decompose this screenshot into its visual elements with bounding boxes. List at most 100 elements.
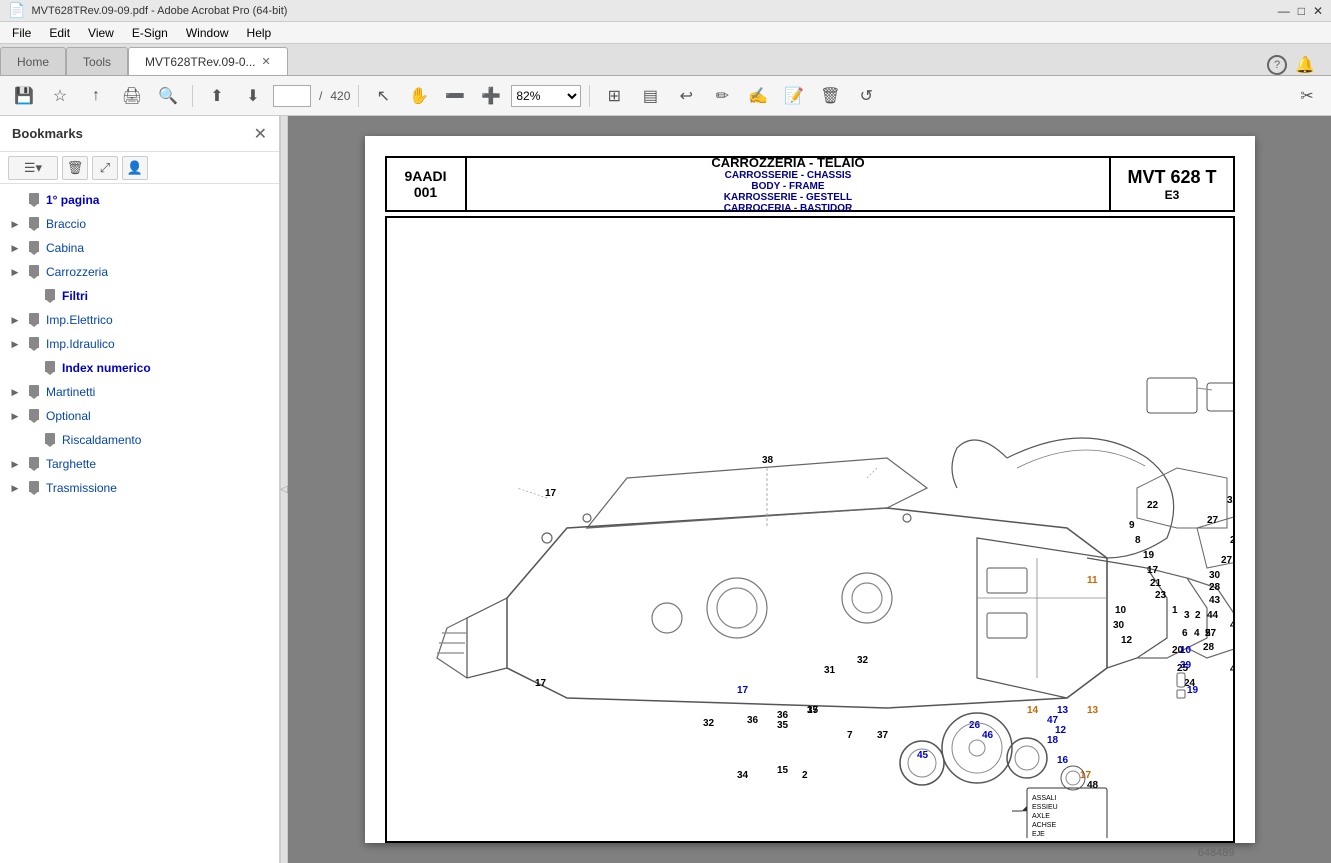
- bookmark-options-button[interactable]: 👤: [122, 156, 148, 180]
- menu-file[interactable]: File: [4, 24, 39, 42]
- minimize-button[interactable]: —: [1278, 4, 1290, 18]
- bookmark-item-riscaldamento[interactable]: Riscaldamento: [16, 428, 279, 452]
- share-button[interactable]: ↑: [80, 81, 112, 111]
- tool6-button[interactable]: 📝: [778, 81, 810, 111]
- bookmark-item-optional[interactable]: ▶ Optional: [0, 404, 279, 428]
- tab-bar: Home Tools MVT628TRev.09-0... ✕ ? 🔔: [0, 44, 1331, 76]
- sidebar-resize-handle[interactable]: ◁: [280, 116, 288, 863]
- tool2-button[interactable]: ▤: [634, 81, 666, 111]
- svg-text:17: 17: [737, 685, 749, 696]
- page-total: 420: [330, 89, 350, 103]
- menu-window[interactable]: Window: [178, 24, 237, 42]
- bookmark-item-index-numerico[interactable]: Index numerico: [16, 356, 279, 380]
- bookmark-button[interactable]: ☆: [44, 81, 76, 111]
- sidebar-close-button[interactable]: ✕: [254, 124, 267, 144]
- bookmark-item-filtri[interactable]: Filtri: [16, 284, 279, 308]
- bookmark-item-cabina[interactable]: ▶ Cabina: [0, 236, 279, 260]
- expand-imp-elettrico[interactable]: ▶: [8, 313, 22, 327]
- tool9-button[interactable]: ✂: [1291, 81, 1323, 111]
- expand-carrozzeria[interactable]: ▶: [8, 265, 22, 279]
- svg-text:2: 2: [1195, 610, 1201, 621]
- svg-text:ACHSE: ACHSE: [1032, 822, 1056, 829]
- menu-edit[interactable]: Edit: [41, 24, 78, 42]
- svg-text:47: 47: [1047, 715, 1059, 726]
- next-page-button[interactable]: ⬇: [237, 81, 269, 111]
- app-icon: 📄: [8, 2, 25, 19]
- model-sub: E3: [1165, 188, 1180, 202]
- tool3-button[interactable]: ↩: [670, 81, 702, 111]
- bookmark-item-martinetti[interactable]: ▶ Martinetti: [0, 380, 279, 404]
- tool1-button[interactable]: ⊞: [598, 81, 630, 111]
- expand-filtri: [24, 289, 38, 303]
- bookmark-label-pagina1: 1° pagina: [46, 193, 99, 207]
- svg-text:35: 35: [807, 705, 819, 716]
- bookmark-item-targhette[interactable]: ▶ Targhette: [0, 452, 279, 476]
- menu-help[interactable]: Help: [239, 24, 280, 42]
- bookmark-icon-braccio: [26, 217, 42, 231]
- bookmark-label-imp-elettrico: Imp.Elettrico: [46, 313, 113, 327]
- zoom-in-button[interactable]: ➕: [475, 81, 507, 111]
- svg-text:27: 27: [1221, 555, 1233, 566]
- svg-text:10: 10: [1180, 645, 1192, 656]
- expand-targhette[interactable]: ▶: [8, 457, 22, 471]
- zoom-select[interactable]: 82% 100% 150% Fit Page Fit Width: [511, 85, 581, 107]
- sidebar-header: Bookmarks ✕: [0, 116, 279, 152]
- search-button[interactable]: 🔍: [152, 81, 184, 111]
- svg-text:ESSIEU: ESSIEU: [1032, 804, 1058, 811]
- svg-text:2: 2: [802, 770, 808, 781]
- svg-text:3: 3: [1184, 610, 1190, 621]
- tab-tools[interactable]: Tools: [66, 47, 128, 75]
- page-number-input[interactable]: 104: [273, 85, 311, 107]
- tool8-button[interactable]: ↺: [850, 81, 882, 111]
- menu-view[interactable]: View: [80, 24, 122, 42]
- svg-text:28: 28: [1209, 582, 1221, 593]
- bookmark-item-imp-idraulico[interactable]: ▶ Imp.Idraulico: [0, 332, 279, 356]
- bookmark-item-imp-elettrico[interactable]: ▶ Imp.Elettrico: [0, 308, 279, 332]
- zoom-out-button[interactable]: ➖: [439, 81, 471, 111]
- title-bar: 📄 MVT628TRev.09-09.pdf - Adobe Acrobat P…: [0, 0, 1331, 22]
- expand-martinetti[interactable]: ▶: [8, 385, 22, 399]
- page-title-block: CARROZZERIA - TELAIO CARROSSERIE - CHASS…: [467, 158, 1110, 210]
- sidebar-title: Bookmarks: [12, 126, 83, 141]
- tab-close-button[interactable]: ✕: [262, 55, 271, 68]
- menu-esign[interactable]: E-Sign: [124, 24, 176, 42]
- bookmark-delete-button[interactable]: 🗑: [62, 156, 88, 180]
- svg-text:29: 29: [1230, 535, 1235, 546]
- tool5-button[interactable]: ✍: [742, 81, 774, 111]
- expand-trasmissione[interactable]: ▶: [8, 481, 22, 495]
- bookmark-item-braccio[interactable]: ▶ Braccio: [0, 212, 279, 236]
- svg-text:AXLE: AXLE: [1032, 813, 1050, 820]
- svg-text:12: 12: [1055, 725, 1067, 736]
- bookmark-item-carrozzeria[interactable]: ▶ Carrozzeria: [0, 260, 279, 284]
- bookmark-label-riscaldamento: Riscaldamento: [62, 433, 141, 447]
- tool4-button[interactable]: ✏: [706, 81, 738, 111]
- part-code: 9AADI 001: [387, 158, 467, 210]
- bookmark-item-pagina1[interactable]: 1° pagina: [0, 188, 279, 212]
- page-header: 9AADI 001 CARROZZERIA - TELAIO CARROSSER…: [385, 156, 1235, 212]
- expand-imp-idraulico[interactable]: ▶: [8, 337, 22, 351]
- save-button[interactable]: 💾: [8, 81, 40, 111]
- bookmark-expand-button[interactable]: ⤢: [92, 156, 118, 180]
- pdf-page: 9AADI 001 CARROZZERIA - TELAIO CARROSSER…: [365, 136, 1255, 843]
- expand-pagina1: [8, 193, 22, 207]
- bookmark-label-braccio: Braccio: [46, 217, 86, 231]
- cursor-tool-button[interactable]: ↖: [367, 81, 399, 111]
- notification-icon[interactable]: 🔔: [1295, 55, 1315, 75]
- bookmark-item-trasmissione[interactable]: ▶ Trasmissione: [0, 476, 279, 500]
- expand-optional[interactable]: ▶: [8, 409, 22, 423]
- tool7-button[interactable]: 🗑: [814, 81, 846, 111]
- expand-cabina[interactable]: ▶: [8, 241, 22, 255]
- svg-text:27: 27: [1207, 515, 1219, 526]
- hand-tool-button[interactable]: ✋: [403, 81, 435, 111]
- maximize-button[interactable]: □: [1298, 4, 1305, 18]
- close-button[interactable]: ✕: [1313, 4, 1323, 18]
- prev-page-button[interactable]: ⬆: [201, 81, 233, 111]
- help-icon[interactable]: ?: [1267, 55, 1287, 75]
- tab-home[interactable]: Home: [0, 47, 66, 75]
- tab-document[interactable]: MVT628TRev.09-0... ✕: [128, 47, 288, 75]
- print-button[interactable]: 🖨: [116, 81, 148, 111]
- pdf-content-area[interactable]: 9AADI 001 CARROZZERIA - TELAIO CARROSSER…: [288, 116, 1331, 863]
- expand-braccio[interactable]: ▶: [8, 217, 22, 231]
- bookmark-new-button[interactable]: ☰▾: [8, 156, 58, 180]
- svg-text:17: 17: [535, 678, 547, 689]
